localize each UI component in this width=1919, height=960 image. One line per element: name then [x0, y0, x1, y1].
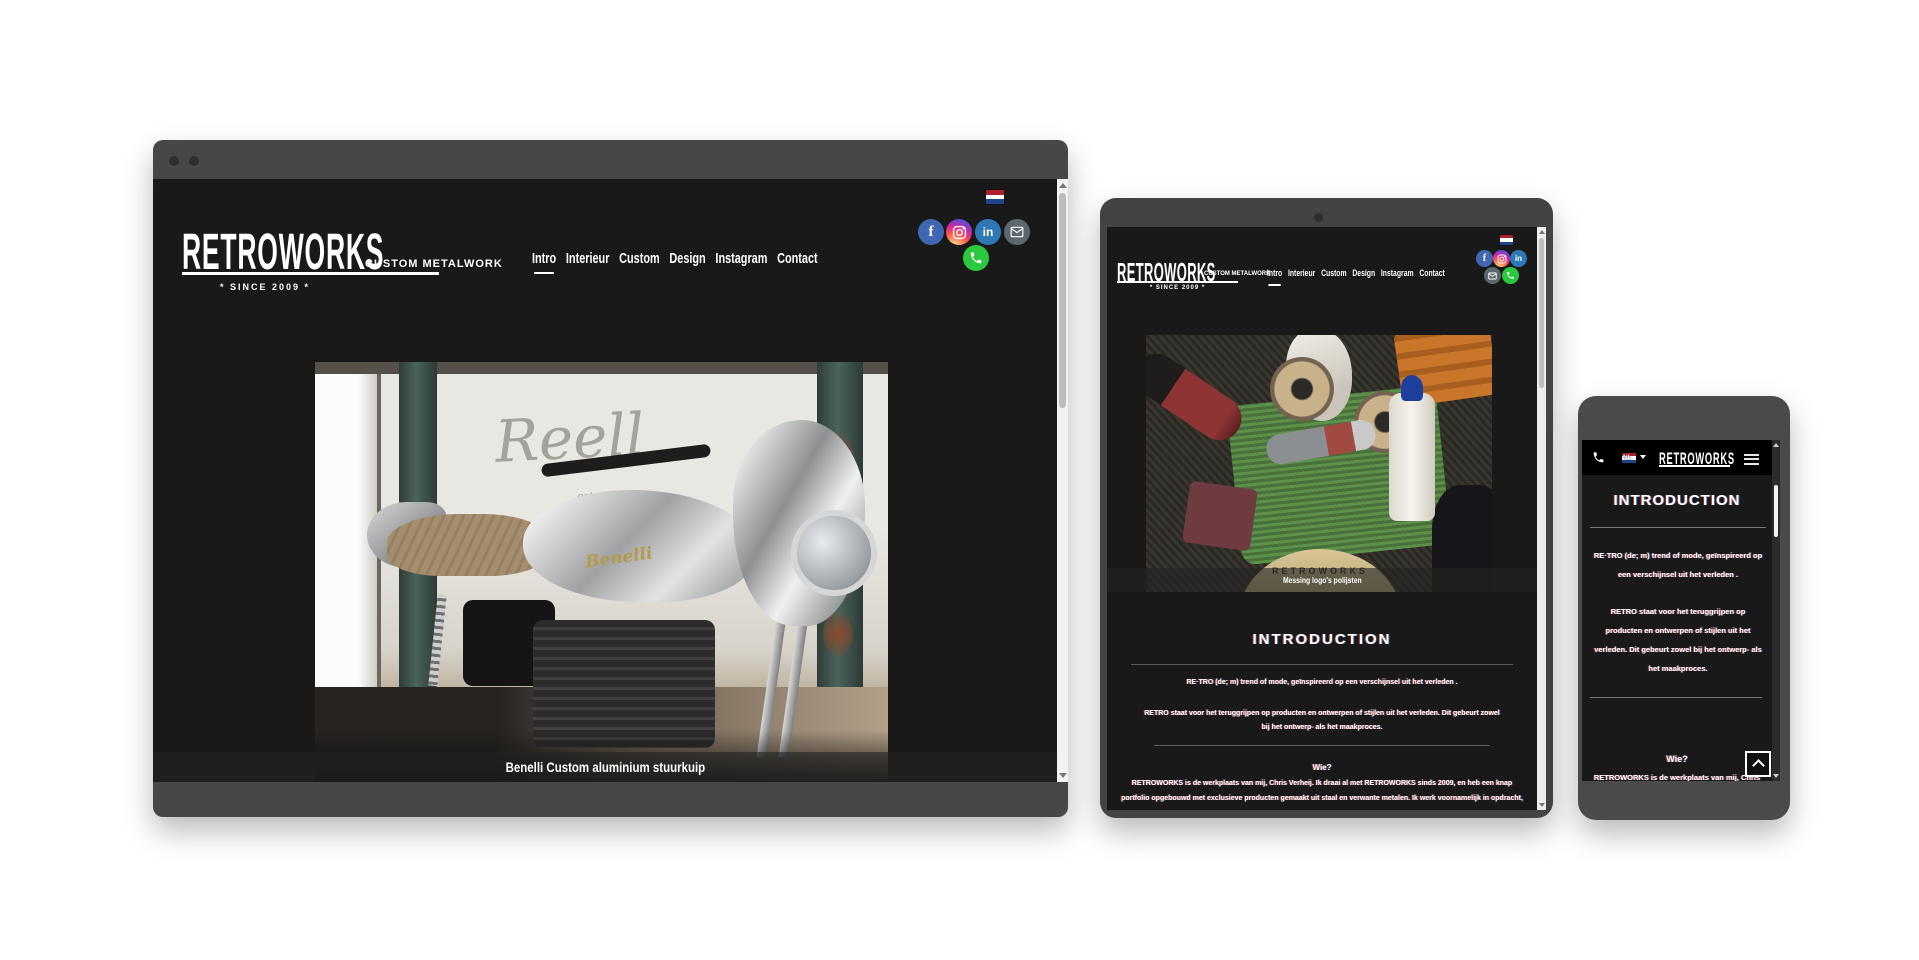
email-icon[interactable]	[1484, 267, 1501, 284]
scroll-up-icon[interactable]	[1539, 230, 1545, 234]
who-paragraph: RETROWORKS is de werkplaats van mij, Chr…	[1588, 770, 1766, 781]
phone-frame: NL RETROWORKS INTRODUCTION RE·TRO (de; m…	[1578, 396, 1790, 820]
site-tagline: CUSTOM METALWORK	[1204, 271, 1270, 277]
mobile-top-bar: NL RETROWORKS	[1582, 440, 1780, 475]
dutch-flag-icon[interactable]	[1500, 235, 1513, 245]
language-selector[interactable]: NL	[1622, 453, 1636, 463]
chevron-down-icon	[1640, 455, 1646, 459]
who-title: Wie?	[1582, 754, 1772, 764]
hamburger-menu-icon[interactable]	[1744, 451, 1759, 467]
who-title: Wie?	[1107, 763, 1537, 772]
scrollbar-thumb[interactable]	[1059, 193, 1066, 408]
nav-item-interieur[interactable]: Interieur	[1288, 268, 1315, 279]
scrollbar-thumb[interactable]	[1539, 238, 1544, 388]
desktop-viewport: RETROWORKS CUSTOM METALWORK * SINCE 2009…	[153, 179, 1068, 782]
site-logo[interactable]: RETROWORKS	[1117, 258, 1216, 288]
nav-item-intro[interactable]: Intro	[1267, 268, 1282, 279]
facebook-icon[interactable]: f	[1476, 250, 1493, 267]
scroll-down-icon[interactable]	[1059, 773, 1067, 778]
scrollbar[interactable]	[1057, 179, 1068, 782]
scroll-down-icon[interactable]	[1539, 803, 1545, 807]
intro-definition: RE·TRO (de; m) trend of mode, geïnspiree…	[1592, 546, 1764, 584]
hero-photo: Reell est. 1997 Benelli	[315, 362, 888, 782]
main-nav: Intro Interieur Custom Design Instagram …	[1267, 268, 1445, 279]
nav-item-design[interactable]: Design	[1352, 268, 1375, 279]
intro-definition: RE·TRO (de; m) trend of mode, geïnspiree…	[1132, 679, 1512, 686]
section-title: INTRODUCTION	[1582, 492, 1772, 509]
phone-viewport: NL RETROWORKS INTRODUCTION RE·TRO (de; m…	[1582, 440, 1780, 781]
divider	[1154, 745, 1490, 746]
chevron-up-icon	[1752, 759, 1765, 772]
scroll-to-top-button[interactable]	[1745, 751, 1771, 777]
facebook-icon[interactable]: f	[918, 219, 944, 245]
logo-underline	[1659, 465, 1730, 467]
phone-call-icon[interactable]	[1592, 451, 1605, 469]
workbench-photo: RETROWORKS	[1146, 335, 1492, 592]
intro-paragraph: RETRO staat voor het teruggrijpen op pro…	[1142, 707, 1502, 735]
scrollbar[interactable]	[1772, 440, 1780, 781]
instagram-icon[interactable]	[1493, 250, 1510, 267]
tablet-frame: RETROWORKS CUSTOM METALWORK * SINCE 2009…	[1100, 198, 1553, 818]
logo-underline	[182, 272, 439, 275]
camera-dot-icon	[1314, 213, 1323, 222]
section-title: INTRODUCTION	[1107, 631, 1537, 648]
intro-paragraph: RETRO staat voor het teruggrijpen op pro…	[1594, 602, 1762, 678]
tablet-viewport: RETROWORKS CUSTOM METALWORK * SINCE 2009…	[1107, 227, 1546, 810]
email-icon[interactable]	[1004, 219, 1030, 245]
site-tagline: CUSTOM METALWORK	[365, 258, 503, 270]
window-dot-icon	[189, 156, 199, 166]
nav-item-intro[interactable]: Intro	[532, 251, 556, 267]
logo-underline	[1117, 281, 1238, 283]
nav-item-custom[interactable]: Custom	[619, 251, 659, 267]
who-paragraph: RETROWORKS is de werkplaats van mij, Chr…	[1121, 776, 1523, 810]
dutch-flag-icon[interactable]	[986, 190, 1004, 204]
nav-item-instagram[interactable]: Instagram	[1381, 268, 1414, 279]
nav-item-instagram[interactable]: Instagram	[715, 251, 767, 267]
divider	[1590, 527, 1766, 528]
instagram-icon[interactable]	[946, 219, 972, 245]
nav-item-contact[interactable]: Contact	[777, 251, 817, 267]
linkedin-icon[interactable]: in	[1510, 250, 1527, 267]
nav-item-interieur[interactable]: Interieur	[566, 251, 610, 267]
motorcycle-headlight	[791, 510, 877, 596]
scrollbar-thumb[interactable]	[1774, 485, 1778, 537]
whatsapp-icon[interactable]	[963, 245, 989, 271]
scrollbar[interactable]	[1537, 227, 1546, 810]
motorcycle-tank: Benelli	[523, 490, 755, 602]
linkedin-icon[interactable]: in	[975, 219, 1001, 245]
divider	[1131, 664, 1513, 665]
divider	[1590, 697, 1762, 698]
whatsapp-icon[interactable]	[1502, 267, 1519, 284]
nav-item-design[interactable]: Design	[669, 251, 705, 267]
window-dot-icon	[169, 156, 179, 166]
hero-caption: Benelli Custom aluminium stuurkuip	[505, 760, 705, 775]
hero-caption-band: Benelli Custom aluminium stuurkuip	[153, 752, 1057, 782]
scroll-up-icon[interactable]	[1059, 183, 1067, 188]
nav-item-contact[interactable]: Contact	[1419, 268, 1444, 279]
scroll-up-icon[interactable]	[1773, 443, 1779, 447]
nav-item-custom[interactable]: Custom	[1321, 268, 1346, 279]
desktop-browser-frame: RETROWORKS CUSTOM METALWORK * SINCE 2009…	[153, 140, 1068, 817]
language-label: NL	[1623, 454, 1632, 461]
since-label: * SINCE 2009 *	[182, 282, 348, 292]
tank-logo-text: Benelli	[584, 543, 654, 572]
photo-caption: Messing logo's polijsten	[1283, 576, 1362, 585]
since-label: * SINCE 2009 *	[1117, 285, 1238, 291]
scroll-down-icon[interactable]	[1773, 774, 1779, 778]
main-nav: Intro Interieur Custom Design Instagram …	[532, 251, 818, 267]
photo-caption-band: Messing logo's polijsten	[1107, 568, 1537, 592]
